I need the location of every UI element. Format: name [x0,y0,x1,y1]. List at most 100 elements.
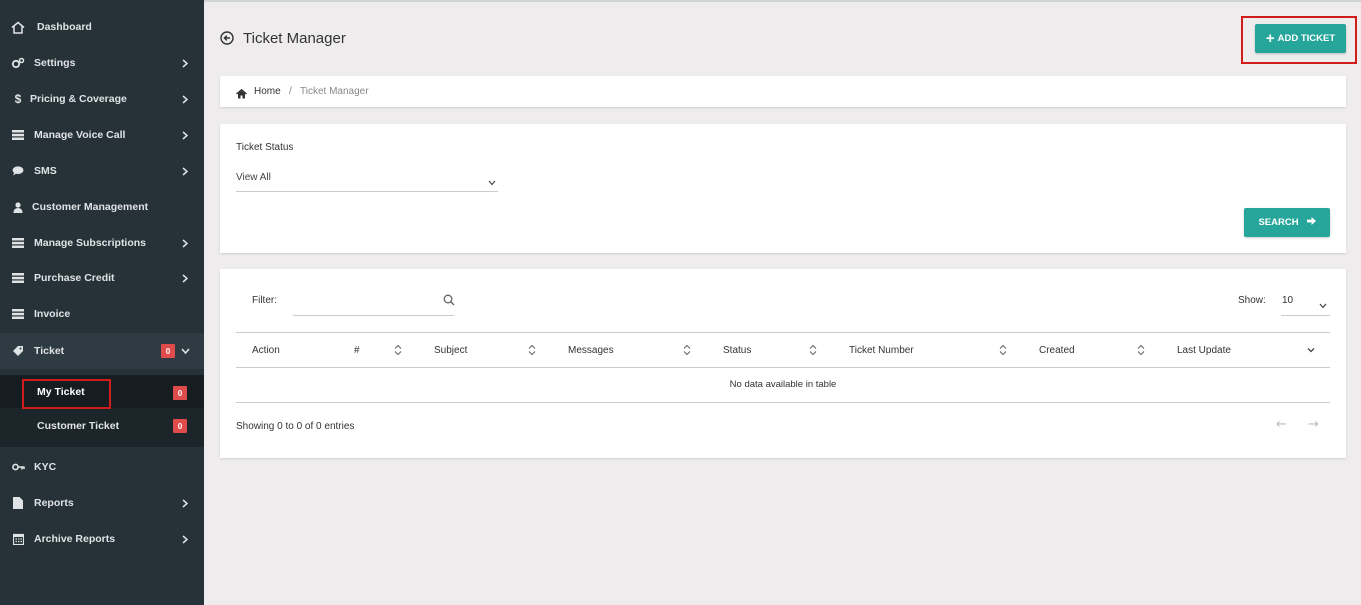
sidebar-item-archive-reports[interactable]: Archive Reports [0,521,204,557]
pagination-next-button[interactable]: → [1308,417,1319,432]
sidebar-item-label: Manage Subscriptions [34,237,147,249]
back-arrow-icon[interactable] [220,31,234,45]
sidebar-item-reports[interactable]: Reports [0,485,204,521]
sidebar-subitem-customer-ticket[interactable]: Customer Ticket 0 [0,409,204,442]
sidebar-item-label: Customer Management [32,201,149,213]
search-icon [443,293,455,306]
sort-icon[interactable] [528,343,536,356]
add-ticket-button[interactable]: + ADD TICKET [1255,24,1346,53]
home-icon [236,86,247,99]
chevron-right-icon [180,238,190,248]
sidebar-item-label: SMS [34,165,57,177]
sidebar-item-label: Ticket [34,345,65,357]
sidebar-item-label: Invoice [34,308,71,320]
chevron-down-icon [488,173,496,186]
column-header-subject[interactable]: Subject [434,345,467,356]
sidebar-item-settings[interactable]: Settings [0,45,204,81]
sidebar-item-label: Dashboard [37,21,92,33]
top-border [204,0,1361,2]
tag-icon [10,344,26,358]
sidebar-item-dashboard[interactable]: Dashboard [0,9,204,45]
column-header-status[interactable]: Status [723,345,751,356]
list-icon [10,236,26,250]
ticket-status-label: Ticket Status [236,142,294,153]
list-icon [10,128,26,142]
dollar-icon: $ [14,92,22,106]
chat-icon [10,164,26,178]
search-button[interactable]: SEARCH [1244,208,1330,237]
sidebar-item-label: Reports [34,497,74,509]
chevron-down-icon [1319,296,1327,309]
sidebar-item-label: Archive Reports [34,533,116,545]
column-header-last-update[interactable]: Last Update [1177,345,1231,356]
ticket-status-value: View All [236,172,271,183]
sidebar-item-kyc[interactable]: KYC [0,449,204,485]
column-header-number[interactable]: # [354,345,360,356]
sidebar-item-label: Settings [34,57,76,69]
sort-icon[interactable] [999,343,1007,356]
ticket-filter-card: Ticket Status View All SEARCH [220,124,1346,253]
list-icon [10,271,26,285]
sort-icon[interactable] [394,343,402,356]
ticket-count-badge: 0 [161,344,175,358]
sidebar-item-pricing[interactable]: $ Pricing & Coverage [0,81,204,117]
show-entries-select[interactable]: 10 [1281,285,1330,316]
list-icon [10,307,26,321]
table-header: Action # Subject Messages Status Ticket … [236,332,1330,368]
chevron-right-icon [180,273,190,283]
sidebar-item-label: Manage Voice Call [34,129,126,141]
sort-desc-icon[interactable] [1307,343,1315,355]
show-entries-value: 10 [1282,295,1294,306]
ticket-submenu: My Ticket 0 Customer Ticket 0 [0,375,204,447]
filter-label: Filter: [252,295,277,306]
filter-input[interactable] [293,285,454,316]
sort-icon[interactable] [1137,343,1145,356]
sidebar-item-sms[interactable]: SMS [0,153,204,189]
column-header-action[interactable]: Action [252,345,280,356]
sort-icon[interactable] [683,343,691,356]
breadcrumb-current: Ticket Manager [300,86,369,97]
table-info: Showing 0 to 0 of 0 entries [236,421,355,432]
breadcrumb: Home / Ticket Manager [220,76,1346,107]
chevron-right-icon [180,94,190,104]
table-empty-row: No data available in table [236,368,1330,403]
sidebar-subitem-my-ticket[interactable]: My Ticket 0 [0,375,204,408]
pagination-previous-button[interactable]: ← [1276,417,1287,432]
breadcrumb-separator: / [289,86,292,97]
plus-icon: + [1265,30,1275,47]
sidebar-item-subscriptions[interactable]: Manage Subscriptions [0,225,204,261]
ticket-status-select[interactable]: View All [236,164,498,192]
sidebar: Dashboard Settings $ Pricing & Coverage … [0,0,204,605]
sidebar-item-purchase-credit[interactable]: Purchase Credit [0,260,204,296]
customer-ticket-count-badge: 0 [173,419,187,433]
sidebar-item-invoice[interactable]: Invoice [0,296,204,332]
sidebar-item-customer-management[interactable]: Customer Management [0,189,204,225]
search-button-label: SEARCH [1258,217,1299,228]
file-icon [10,496,26,510]
sort-icon[interactable] [809,343,817,356]
add-ticket-label: ADD TICKET [1277,33,1336,44]
sidebar-subitem-label: Customer Ticket [37,419,120,432]
sidebar-item-voice-call[interactable]: Manage Voice Call [0,117,204,153]
show-entries-label: Show: [1238,295,1266,306]
chevron-right-icon [180,58,190,68]
sidebar-subitem-label: My Ticket [37,385,85,398]
my-ticket-count-badge: 0 [173,386,187,400]
chevron-right-icon [180,534,190,544]
home-icon [10,20,26,34]
sidebar-item-label: KYC [34,461,57,473]
chevron-right-icon [180,130,190,140]
arrow-right-icon [1306,217,1316,228]
user-icon [10,200,26,214]
chevron-right-icon [180,498,190,508]
column-header-ticket-number[interactable]: Ticket Number [849,345,914,356]
breadcrumb-home-link[interactable]: Home [254,86,281,97]
sidebar-item-ticket[interactable]: Ticket 0 [0,333,204,369]
chevron-down-icon [180,346,190,356]
key-icon [10,460,26,474]
gears-icon [10,56,26,70]
column-header-messages[interactable]: Messages [568,345,614,356]
ticket-table-card: Filter: Show: 10 Action # Subject Messag… [220,269,1346,458]
chevron-right-icon [180,166,190,176]
column-header-created[interactable]: Created [1039,345,1075,356]
